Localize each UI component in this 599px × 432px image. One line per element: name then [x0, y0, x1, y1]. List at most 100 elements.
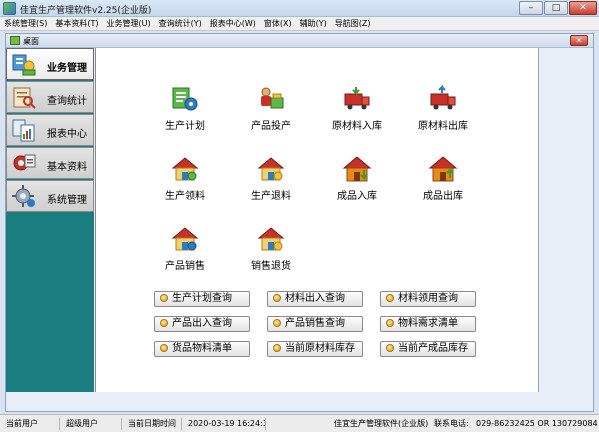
sidebar-item-system[interactable]: 系统管理	[6, 180, 94, 212]
menu-navigation[interactable]: 导航图(Z)	[331, 17, 375, 30]
button-label: 物料需求清单	[398, 318, 458, 329]
tile-label: 成品出库	[423, 191, 463, 202]
menu-window[interactable]: 窗体(X)	[260, 17, 296, 30]
main-panel-divider	[538, 48, 539, 392]
bullet-icon	[160, 294, 168, 302]
button-label: 当前产成品库存	[398, 343, 468, 354]
tile-label: 生产退料	[251, 191, 291, 202]
desktop-title-bar: 桌面 ✕	[6, 34, 593, 48]
status-bar: 当前用户 超级用户 当前日期时间 2020-03-19 16:24:3 佳宜生产…	[0, 414, 599, 432]
button-label: 材料出入查询	[285, 293, 345, 304]
sidebar-item-label: 报表中心	[47, 129, 87, 140]
tile-label: 生产领料	[165, 191, 205, 202]
maximize-button[interactable]: □	[544, 1, 568, 15]
button-label: 产品出入查询	[172, 318, 232, 329]
btn-raw-material-stock[interactable]: 当前原材料库存	[267, 341, 363, 357]
production-plan-icon	[172, 87, 198, 111]
minimize-button[interactable]: –	[519, 1, 543, 15]
tile-label: 销售退货	[251, 261, 291, 272]
tile-label: 成品入库	[337, 191, 377, 202]
bullet-icon	[273, 344, 281, 352]
tile-label: 原材料入库	[332, 121, 382, 132]
bullet-icon	[160, 319, 168, 327]
bullet-icon	[273, 319, 281, 327]
finished-inbound-icon	[342, 156, 372, 182]
tile-label: 生产计划	[165, 121, 205, 132]
sidebar-item-label: 业务管理	[47, 63, 87, 74]
tile-product-start[interactable]: 产品投产	[236, 84, 306, 132]
sidebar-item-query[interactable]: 查询统计	[6, 81, 94, 113]
tile-production-return[interactable]: 生产退料	[236, 154, 306, 202]
bullet-icon	[386, 294, 394, 302]
desktop-icon	[10, 36, 20, 45]
business-icon	[12, 54, 36, 76]
sidebar-item-label: 基本资料	[47, 162, 87, 173]
sidebar-item-report[interactable]: 报表中心	[6, 114, 94, 146]
button-label: 产品销售查询	[285, 318, 345, 329]
basic-data-icon	[13, 154, 36, 171]
button-label: 材料领用查询	[398, 293, 458, 304]
menu-query[interactable]: 查询统计(Y)	[155, 17, 206, 30]
window-title: 佳宜生产管理软件v2.25(企业版)	[20, 6, 152, 16]
material-inbound-icon	[344, 87, 370, 110]
btn-material-io-query[interactable]: 材料出入查询	[267, 291, 363, 307]
query-icon	[13, 87, 36, 109]
tile-production-plan[interactable]: 生产计划	[150, 84, 220, 132]
tile-finished-outbound[interactable]: 成品出库	[408, 154, 478, 202]
button-label: 当前原材料库存	[285, 343, 355, 354]
bullet-icon	[386, 344, 394, 352]
app-icon	[3, 2, 16, 15]
menu-basic-data[interactable]: 基本资料(T)	[51, 17, 102, 30]
tile-production-pick[interactable]: 生产领料	[150, 154, 220, 202]
status-phone-value: 029-86232425 OR 13072908445	[476, 419, 598, 428]
material-outbound-icon	[430, 84, 456, 110]
tile-label: 产品投产	[251, 121, 291, 132]
menu-system[interactable]: 系统管理(S)	[0, 17, 51, 30]
sidebar-item-business[interactable]: 业务管理	[6, 48, 94, 80]
btn-finished-stock[interactable]: 当前产成品库存	[380, 341, 476, 357]
menu-report[interactable]: 报表中心(W)	[206, 17, 260, 30]
tile-sales-return[interactable]: 销售退货	[236, 224, 306, 272]
btn-product-io-query[interactable]: 产品出入查询	[154, 316, 250, 332]
bullet-icon	[386, 319, 394, 327]
status-user-value: 超级用户	[62, 418, 122, 430]
tile-material-inbound[interactable]: 原材料入库	[322, 84, 392, 132]
product-start-icon	[261, 87, 284, 109]
status-phone-label: 联系电话:	[434, 419, 469, 428]
close-button[interactable]: ✕	[569, 1, 597, 15]
btn-goods-material-list[interactable]: 货品物料清单	[154, 341, 250, 357]
bullet-icon	[160, 344, 168, 352]
menu-help[interactable]: 辅助(Y)	[296, 17, 331, 30]
button-label: 生产计划查询	[172, 293, 232, 304]
menu-business[interactable]: 业务管理(U)	[102, 17, 154, 30]
production-return-icon	[257, 157, 285, 181]
title-bar: 佳宜生产管理软件v2.25(企业版) – □ ✕	[0, 0, 599, 17]
btn-production-plan-query[interactable]: 生产计划查询	[154, 291, 250, 307]
tile-finished-inbound[interactable]: 成品入库	[322, 154, 392, 202]
desktop-title: 桌面	[23, 37, 39, 46]
production-pick-icon	[171, 157, 199, 181]
sidebar-item-label: 查询统计	[47, 96, 87, 107]
status-date-value: 2020-03-19 16:24:3	[184, 418, 266, 430]
tile-label: 原材料出库	[418, 121, 468, 132]
sidebar-item-basic-data[interactable]: 基本资料	[6, 147, 94, 179]
status-date-label: 当前日期时间	[124, 418, 182, 430]
status-company: 佳宜生产管理软件(企业版)	[334, 419, 429, 428]
product-sales-icon	[171, 227, 199, 251]
system-icon	[12, 185, 35, 207]
tile-product-sales[interactable]: 产品销售	[150, 224, 220, 272]
report-icon	[12, 119, 35, 142]
btn-material-demand-list[interactable]: 物料需求清单	[380, 316, 476, 332]
btn-product-sales-query[interactable]: 产品销售查询	[267, 316, 363, 332]
tile-label: 产品销售	[165, 261, 205, 272]
bullet-icon	[273, 294, 281, 302]
desktop-close-button[interactable]: ✕	[570, 35, 588, 46]
sales-return-icon	[257, 227, 285, 251]
btn-material-usage-query[interactable]: 材料领用查询	[380, 291, 476, 307]
menu-bar: 系统管理(S) 基本资料(T) 业务管理(U) 查询统计(Y) 报表中心(W) …	[0, 17, 599, 31]
sidebar: 业务管理 查询统计 报表中心 基本资料 系统管理	[6, 48, 94, 392]
main-panel: 生产计划 产品投产 原材料入库 原材料出库 生产领料 生产退料 成品入库 成品出…	[95, 48, 538, 392]
tile-material-outbound[interactable]: 原材料出库	[408, 84, 478, 132]
status-user-label: 当前用户	[2, 418, 60, 430]
finished-outbound-icon	[428, 156, 458, 182]
